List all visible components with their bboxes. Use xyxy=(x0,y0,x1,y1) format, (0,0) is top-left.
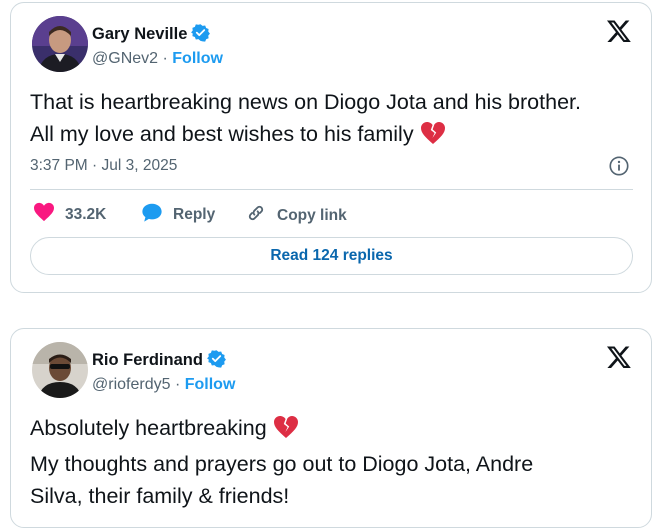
handle[interactable]: @GNev2 xyxy=(92,50,158,67)
read-replies-button[interactable]: Read 124 replies xyxy=(30,237,633,275)
like-count: 33.2K xyxy=(65,205,107,223)
broken-heart-icon xyxy=(273,415,299,448)
tweet-card: Gary Neville @GNev2 · Follow That is hea… xyxy=(10,2,652,293)
tweet-text-line: My thoughts and prayers go out to Diogo … xyxy=(30,452,534,476)
heart-icon xyxy=(33,202,65,227)
reply-bubble-icon xyxy=(141,202,173,228)
tweet-text-line: All my love and best wishes to his famil… xyxy=(30,118,581,154)
handle[interactable]: @rioferdy5 xyxy=(92,376,171,393)
copy-link-label: Copy link xyxy=(277,206,347,224)
copy-link-button[interactable]: Copy link xyxy=(245,202,347,229)
avatar[interactable] xyxy=(32,342,88,398)
follow-button[interactable]: Follow xyxy=(172,50,223,67)
verified-badge-icon xyxy=(207,349,226,373)
tweet-text-line: Absolutely heartbreaking xyxy=(30,412,533,448)
tweet-text: That is heartbreaking news on Diogo Jota… xyxy=(30,86,581,154)
tweet-text-line: Silva, their family & friends! xyxy=(30,484,290,508)
x-logo-icon[interactable] xyxy=(606,344,632,370)
avatar[interactable] xyxy=(32,16,88,72)
reply-label: Reply xyxy=(173,206,216,223)
author-name-text[interactable]: Rio Ferdinand xyxy=(92,351,203,369)
like-button[interactable]: 33.2K xyxy=(33,202,106,227)
info-icon[interactable] xyxy=(608,155,630,177)
tweet-text: Absolutely heartbreaking My thoughts and… xyxy=(30,412,533,512)
verified-badge-icon xyxy=(191,23,211,47)
handle-line: @GNev2 · Follow xyxy=(92,50,223,68)
link-icon xyxy=(245,202,277,229)
divider xyxy=(30,189,633,190)
tweet-card: Rio Ferdinand @rioferdy5 · Follow Absolu… xyxy=(10,328,652,528)
author-name-text[interactable]: Gary Neville xyxy=(92,25,187,43)
broken-heart-icon xyxy=(420,121,446,154)
follow-button[interactable]: Follow xyxy=(185,376,236,393)
separator: · xyxy=(162,50,168,67)
author-name[interactable]: Rio Ferdinand xyxy=(92,349,226,373)
timestamp[interactable]: 3:37 PM · Jul 3, 2025 xyxy=(30,157,177,175)
author-name[interactable]: Gary Neville xyxy=(92,23,211,47)
tweet-text-line: That is heartbreaking news on Diogo Jota… xyxy=(30,90,581,114)
handle-line: @rioferdy5 · Follow xyxy=(92,376,235,394)
reply-button[interactable]: Reply xyxy=(141,202,215,228)
separator: · xyxy=(174,376,181,393)
x-logo-icon[interactable] xyxy=(606,18,632,44)
